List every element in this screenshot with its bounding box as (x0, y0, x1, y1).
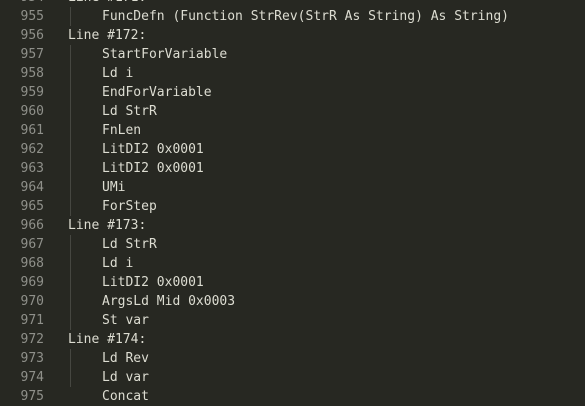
line-number: 967 (20, 237, 44, 252)
editor-lines: 954 Line #171: 955 FuncDefn (Function StrRe… (0, 0, 585, 406)
indent-guide (70, 102, 71, 121)
line-number: 958 (20, 66, 44, 81)
editor-line[interactable]: 974 Ld var (0, 368, 585, 387)
editor-line[interactable]: 954 Line #171: (0, 0, 585, 7)
code-instruction: ForStep (102, 199, 157, 214)
indent-guide (70, 235, 71, 254)
code-instruction: EndForVariable (102, 85, 212, 100)
line-number: 960 (20, 104, 44, 119)
vertical-scrollbar[interactable] (566, 0, 585, 406)
line-number: 959 (20, 85, 44, 100)
indent-guide (70, 7, 71, 26)
indent-guide (70, 45, 71, 64)
code-instruction: FnLen (102, 123, 142, 138)
editor-line[interactable]: 957 StartForVariable (0, 45, 585, 64)
line-number: 972 (20, 332, 44, 347)
editor-line[interactable]: 970 ArgsLd Mid 0x0003 (0, 292, 585, 311)
line-number: 961 (20, 123, 44, 138)
code-instruction: Concat (102, 389, 149, 404)
code-instruction: LitDI2 0x0001 (102, 161, 204, 176)
editor-line[interactable]: 968 Ld i (0, 254, 585, 273)
code-instruction: UMi (102, 180, 126, 195)
editor-line[interactable]: 956 Line #172: (0, 26, 585, 45)
line-number: 964 (20, 180, 44, 195)
line-number: 973 (20, 351, 44, 366)
indent-guide (70, 254, 71, 273)
code-instruction: Ld var (102, 370, 149, 385)
line-number: 974 (20, 370, 44, 385)
editor-line[interactable]: 961 FnLen (0, 121, 585, 140)
line-number: 971 (20, 313, 44, 328)
indent-guide (70, 197, 71, 216)
editor-line[interactable]: 963 LitDI2 0x0001 (0, 159, 585, 178)
editor-line[interactable]: 966 Line #173: (0, 216, 585, 235)
indent-guide (70, 121, 71, 140)
code-instruction: FuncDefn (Function StrRev(StrR As String… (102, 9, 509, 24)
indent-guide (70, 64, 71, 83)
line-number: 966 (20, 218, 44, 233)
editor-line[interactable]: 959 EndForVariable (0, 83, 585, 102)
code-line-label: Line #172: (68, 28, 147, 43)
line-number: 957 (20, 47, 44, 62)
editor-line[interactable]: 969 LitDI2 0x0001 (0, 273, 585, 292)
code-instruction: StartForVariable (102, 47, 228, 62)
editor-line[interactable]: 964 UMi (0, 178, 585, 197)
indent-guide (70, 159, 71, 178)
editor-line[interactable]: 972 Line #174: (0, 330, 585, 349)
indent-guide (70, 349, 71, 368)
editor-line[interactable]: 955 FuncDefn (Function StrRev(StrR As Str… (0, 7, 585, 26)
line-number: 968 (20, 256, 44, 271)
code-instruction: LitDI2 0x0001 (102, 275, 204, 290)
editor-line[interactable]: 962 LitDI2 0x0001 (0, 140, 585, 159)
indent-guide (70, 83, 71, 102)
code-editor[interactable]: 954 Line #171: 955 FuncDefn (Function StrRe… (0, 0, 585, 406)
editor-line[interactable]: 958 Ld i (0, 64, 585, 83)
indent-guide (70, 178, 71, 197)
indent-guide (70, 292, 71, 311)
line-number: 970 (20, 294, 44, 309)
code-instruction: Ld Rev (102, 351, 149, 366)
line-number: 956 (20, 28, 44, 43)
code-instruction: LitDI2 0x0001 (102, 142, 204, 157)
indent-guide (70, 368, 71, 387)
code-instruction: St var (102, 313, 149, 328)
code-instruction: Ld StrR (102, 237, 157, 252)
code-instruction: Ld StrR (102, 104, 157, 119)
editor-line[interactable]: 960 Ld StrR (0, 102, 585, 121)
indent-guide (70, 311, 71, 330)
editor-line[interactable]: 973 Ld Rev (0, 349, 585, 368)
line-number: 954 (0, 0, 44, 7)
code-instruction: ArgsLd Mid 0x0003 (102, 294, 236, 309)
editor-line[interactable]: 967 Ld StrR (0, 235, 585, 254)
line-number: 965 (20, 199, 44, 214)
code-instruction: Ld i (102, 66, 134, 81)
editor-line[interactable]: 971 St var (0, 311, 585, 330)
code-line-label: Line #171: (68, 0, 146, 7)
line-number: 955 (20, 9, 44, 24)
code-instruction: Ld i (102, 256, 134, 271)
line-number: 975 (20, 389, 44, 404)
editor-line-active[interactable]: 975 Concat (0, 387, 585, 406)
line-number: 963 (20, 161, 44, 176)
line-number: 969 (20, 275, 44, 290)
line-number: 962 (20, 142, 44, 157)
editor-line[interactable]: 965 ForStep (0, 197, 585, 216)
code-line-label: Line #174: (68, 332, 147, 347)
code-line-label: Line #173: (68, 218, 147, 233)
indent-guide (70, 140, 71, 159)
indent-guide (70, 273, 71, 292)
